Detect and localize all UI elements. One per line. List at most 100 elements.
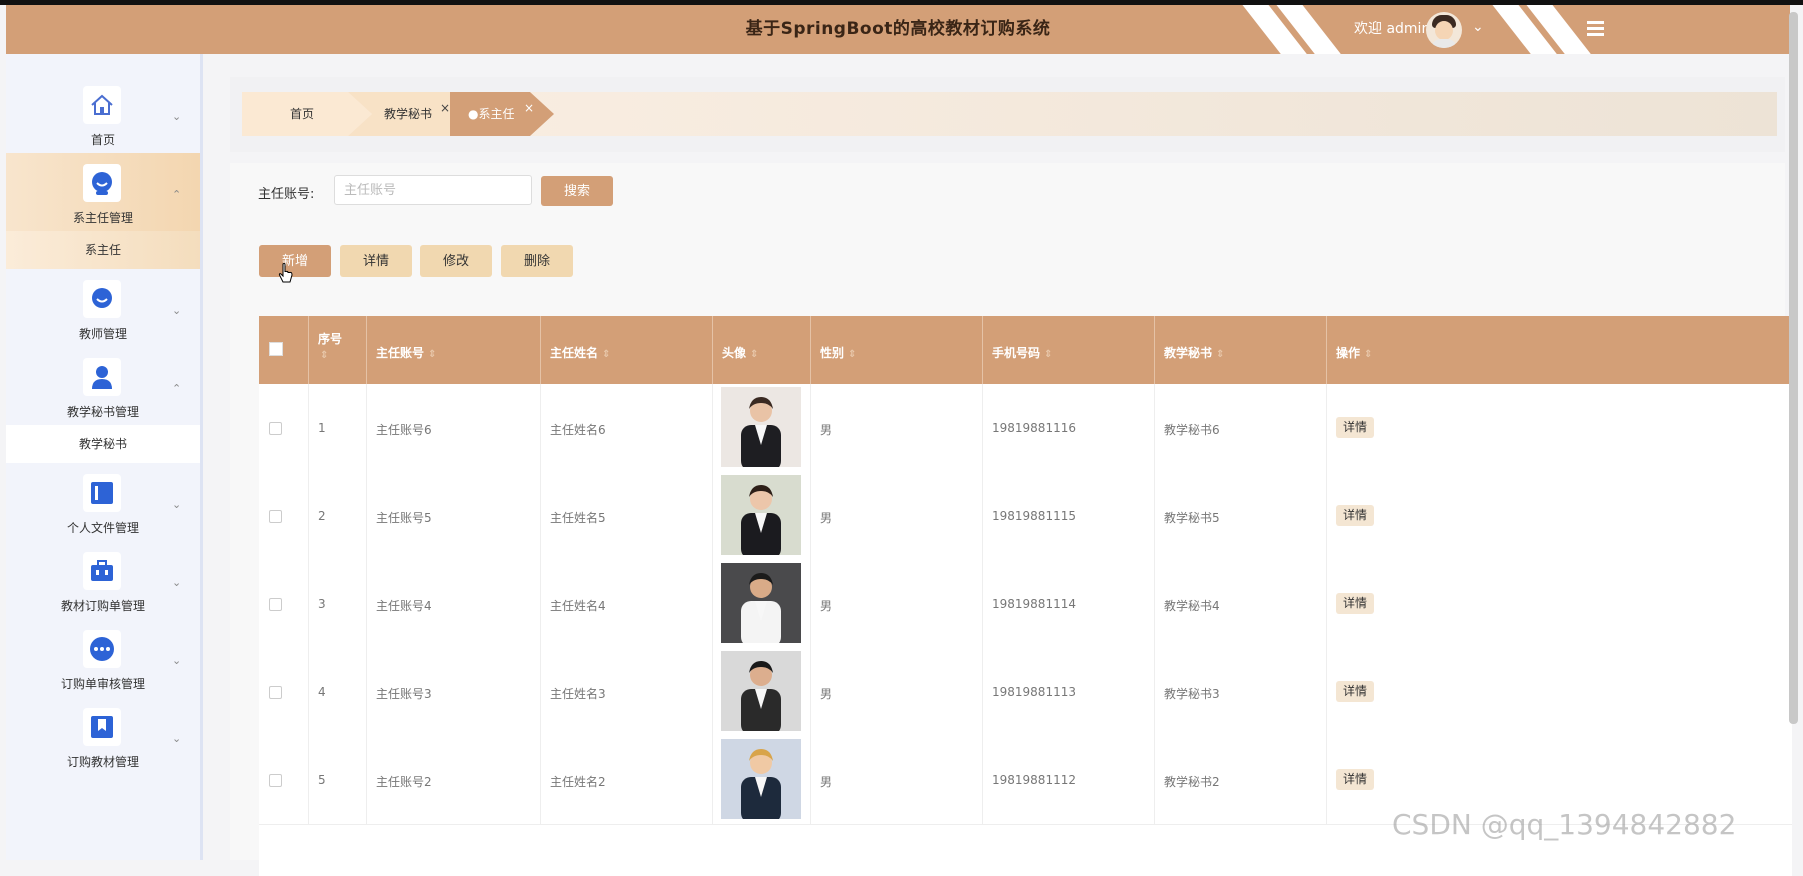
avatar-photo [721,475,801,555]
home-icon [83,86,121,124]
column-header-phone[interactable]: 手机号码 ⇕ [982,316,1155,384]
row-checkbox[interactable] [269,422,282,435]
sidebar-item-personal-files[interactable]: 个人文件管理 ⌄ [6,463,200,541]
sidebar-item-label: 教材订购单管理 [60,599,145,613]
sidebar: 首页 ⌄ 系主任管理 ⌃ 系主任 教师管理 ⌄ 教学秘书管理 ⌃ 教学秘书 个人… [6,54,203,860]
tab-label: 首页 [290,107,315,121]
phone-cell: 19819881114 [982,560,1155,648]
index-value: 2 [318,509,326,523]
gender-value: 男 [820,775,833,789]
chevron-up-icon: ⌃ [172,382,182,395]
scrollbar[interactable] [1789,12,1798,724]
sidebar-subitem-secretary[interactable]: 教学秘书 [6,425,200,463]
row-checkbox[interactable] [269,686,282,699]
secretary-cell: 教学秘书5 [1154,472,1327,560]
sidebar-item-home[interactable]: 首页 ⌄ [6,75,200,153]
chevron-down-icon: ⌄ [172,576,182,589]
row-checkbox[interactable] [269,510,282,523]
account-cell: 主任账号4 [366,560,541,648]
account-cell: 主任账号3 [366,648,541,736]
index-value: 5 [318,773,326,787]
sort-icon[interactable]: ⇕ [602,349,610,360]
sort-icon[interactable]: ⇕ [1044,349,1052,360]
sidebar-item-order-review[interactable]: 订购单审核管理 ⌄ [6,619,200,697]
gender-value: 男 [820,599,833,613]
search-button[interactable]: 搜索 [541,176,613,206]
row-detail-button[interactable]: 详情 [1336,681,1374,702]
column-header-gender[interactable]: 性别 ⇕ [810,316,983,384]
close-icon[interactable]: × [524,86,534,130]
phone-value: 19819881115 [992,509,1076,523]
gender-value: 男 [820,687,833,701]
column-header-avatar[interactable]: 头像 ⇕ [712,316,811,384]
tab-label: ●系主任 [468,107,515,121]
row-checkbox-cell [259,560,309,648]
sort-icon[interactable]: ⇕ [848,349,856,360]
select-all-column [259,316,309,384]
avatar-photo [721,739,801,819]
index-value: 3 [318,597,326,611]
column-header-account[interactable]: 主任账号 ⇕ [366,316,541,384]
name-cell: 主任姓名6 [540,384,713,472]
sort-icon[interactable]: ⇕ [320,350,328,361]
sidebar-item-dept-head[interactable]: 系主任管理 ⌃ [6,153,200,231]
chevron-down-icon: ⌄ [172,110,182,123]
sidebar-item-secretary[interactable]: 教学秘书管理 ⌃ [6,347,200,425]
sort-icon[interactable]: ⇕ [1364,349,1372,360]
account-cell: 主任账号2 [366,736,541,824]
sidebar-item-ordered-books[interactable]: 订购教材管理 ⌄ [6,697,200,775]
name-value: 主任姓名6 [550,423,606,437]
add-button[interactable]: 新增 [259,245,331,277]
table-row: 2 主任账号5 主任姓名5 男 19819881115 教学秘书5 详情 [259,472,1792,561]
account-value: 主任账号3 [376,687,432,701]
avatar-photo [721,387,801,467]
sort-icon[interactable]: ⇕ [1216,349,1224,360]
actions-cell: 详情 [1326,560,1792,648]
actions-cell: 详情 [1326,384,1792,472]
close-icon[interactable]: × [440,86,450,130]
actions-cell: 详情 [1326,648,1792,736]
welcome-text: 欢迎 admin [1354,21,1431,37]
delete-button[interactable]: 删除 [501,245,573,277]
briefcase-icon [83,552,121,590]
watermark: CSDN @qq_1394842882 [1392,808,1737,841]
cursor-icon [278,263,293,283]
row-checkbox[interactable] [269,598,282,611]
row-detail-button[interactable]: 详情 [1336,417,1374,438]
secretary-value: 教学秘书5 [1164,511,1220,525]
search-input[interactable] [334,175,532,205]
tab-dept-head[interactable]: ●系主任 × [450,92,554,136]
select-all-checkbox[interactable] [269,342,283,356]
secretary-cell: 教学秘书3 [1154,648,1327,736]
actions-cell: 详情 [1326,472,1792,560]
app-header: 基于SpringBoot的高校教材订购系统 欢迎 admin ⌄ [6,5,1790,54]
sidebar-item-teacher[interactable]: 教师管理 ⌄ [6,269,200,347]
row-detail-button[interactable]: 详情 [1336,593,1374,614]
menu-toggle-icon[interactable] [1587,21,1604,36]
main-content: 主任账号: 搜索 新增 详情 修改 删除 序号 ⇕ 主任账号⇕ 主任姓名⇕ 头像… [230,163,1792,876]
chevron-down-icon[interactable]: ⌄ [1472,19,1484,35]
row-checkbox[interactable] [269,774,282,787]
sort-icon[interactable]: ⇕ [428,349,436,360]
gender-cell: 男 [810,472,983,560]
column-header-index[interactable]: 序号 ⇕ [308,316,367,384]
row-detail-button[interactable]: 详情 [1336,769,1374,790]
detail-button[interactable]: 详情 [340,245,412,277]
avatar-cell [712,648,811,736]
secretary-cell: 教学秘书6 [1154,384,1327,472]
column-header-secretary[interactable]: 教学秘书 ⇕ [1154,316,1327,384]
index-cell: 1 [308,384,367,472]
account-value: 主任账号5 [376,511,432,525]
avatar-cell [712,560,811,648]
edit-button[interactable]: 修改 [420,245,492,277]
column-header-name[interactable]: 主任姓名 ⇕ [540,316,713,384]
row-detail-button[interactable]: 详情 [1336,505,1374,526]
avatar[interactable] [1426,12,1462,48]
sidebar-item-order-mgmt[interactable]: 教材订购单管理 ⌄ [6,541,200,619]
gender-value: 男 [820,511,833,525]
sort-icon[interactable]: ⇕ [750,349,758,360]
avatar-cell [712,384,811,472]
account-cell: 主任账号5 [366,472,541,560]
name-value: 主任姓名2 [550,775,606,789]
person-icon [83,358,121,396]
